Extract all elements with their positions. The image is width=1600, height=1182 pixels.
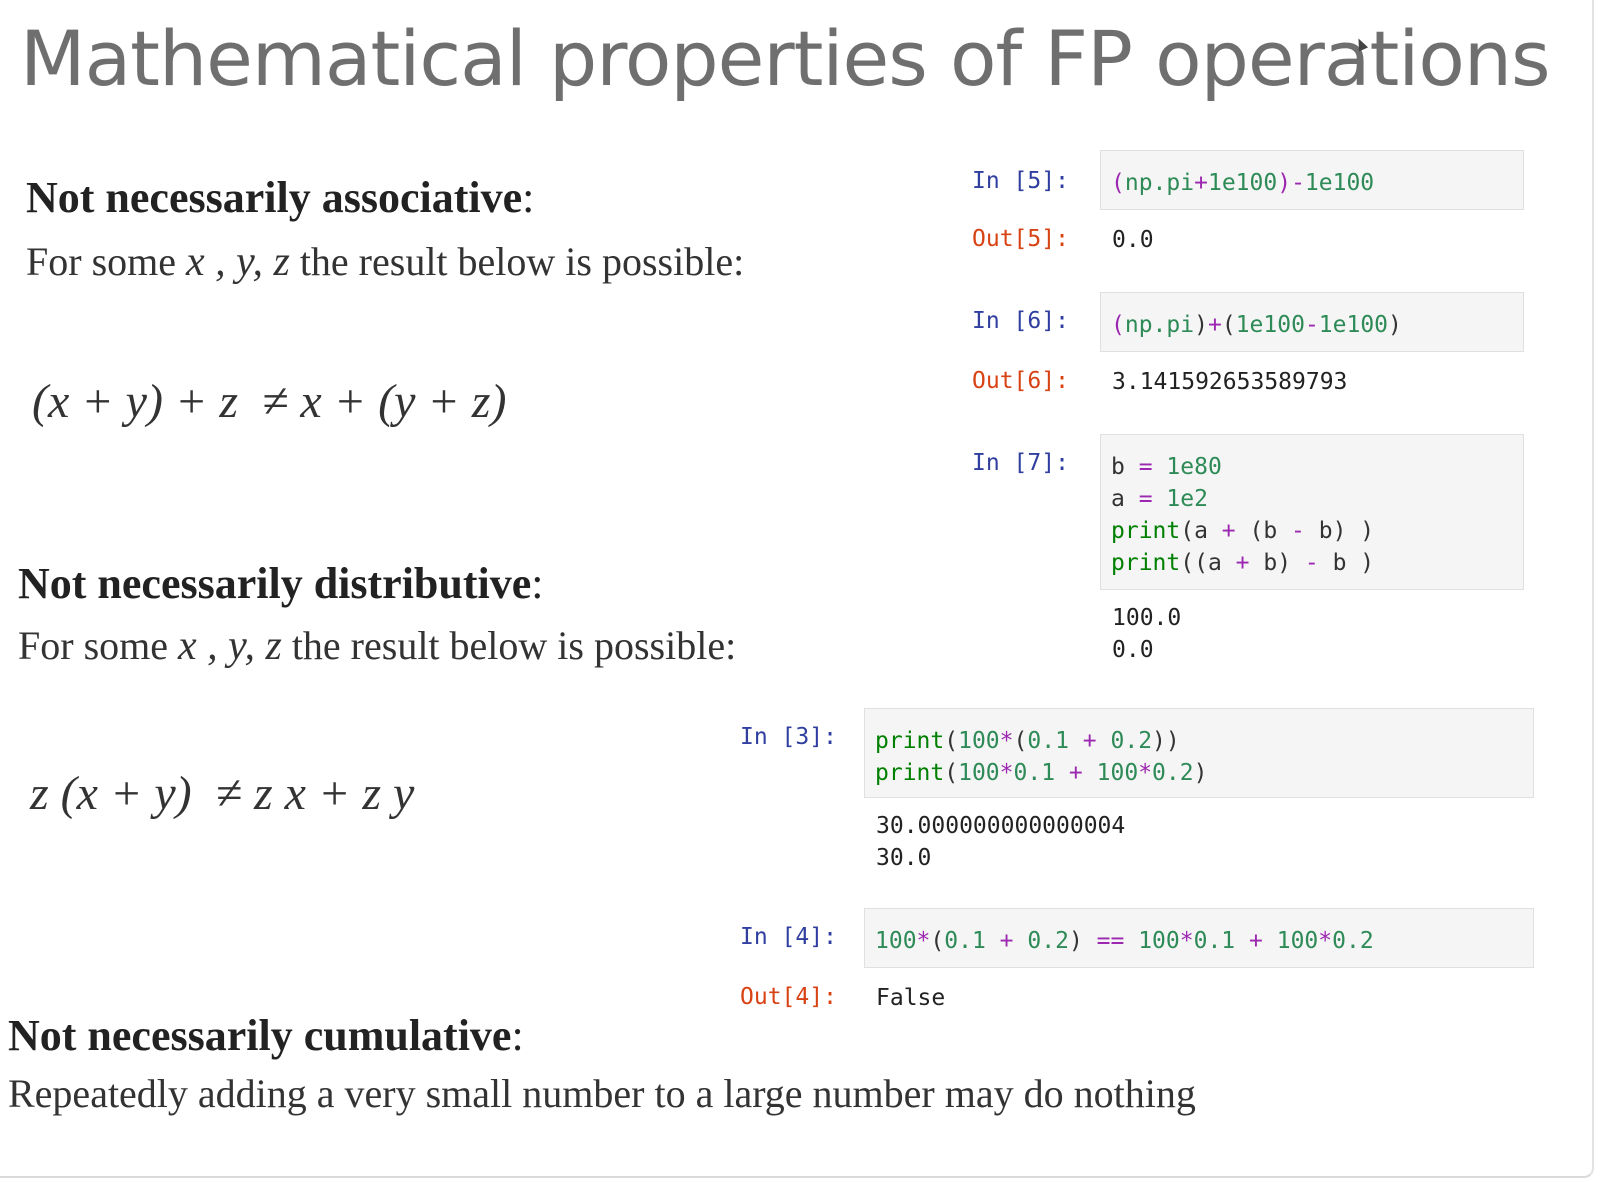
description-prefix: For some	[26, 239, 176, 284]
code-line: print(100*(0.1 + 0.2))	[875, 728, 1180, 754]
code-line: (np.pi)+(1e100-1e100)	[1111, 312, 1402, 338]
code-cell-5[interactable]: (np.pi+1e100)-1e100	[1100, 150, 1524, 210]
heading-cumulative-text: Not necessarily cumulative	[8, 1011, 512, 1060]
associative-description: For some x , y, z the result below is po…	[26, 238, 744, 286]
description-vars: x , y, z	[186, 239, 290, 285]
heading-distributive-text: Not necessarily distributive	[18, 559, 532, 608]
code-cell-3[interactable]: print(100*(0.1 + 0.2)) print(100*0.1 + 1…	[864, 708, 1534, 798]
out-prompt-5: Out[5]:	[972, 226, 1069, 252]
code-line: b = 1e80	[1111, 454, 1222, 480]
out-prompt-4: Out[4]:	[740, 984, 837, 1010]
in-prompt-6: In [6]:	[972, 308, 1069, 334]
heading-colon: :	[531, 559, 544, 608]
in-prompt-3: In [3]:	[740, 724, 837, 750]
out-prompt-6: Out[6]:	[972, 368, 1069, 394]
cell-output-5: 0.0	[1112, 227, 1154, 253]
heading-colon: :	[522, 173, 535, 222]
in-prompt-4: In [4]:	[740, 924, 837, 950]
heading-distributive: Not necessarily distributive:	[18, 558, 544, 609]
associative-formula: (x + y) + z ≠ x + (y + z)	[32, 375, 507, 428]
cumulative-description: Repeatedly adding a very small number to…	[8, 1071, 1196, 1116]
in-prompt-7: In [7]:	[972, 450, 1069, 476]
cell-output-7-line-2: 0.0	[1112, 637, 1154, 663]
distributive-description: For some x , y, z the result below is po…	[18, 622, 736, 670]
code-cell-7[interactable]: b = 1e80 a = 1e2 print(a + (b - b) ) pri…	[1100, 434, 1524, 590]
in-prompt-5: In [5]:	[972, 168, 1069, 194]
slide: Mathematical properties of FP operations…	[0, 0, 1594, 1178]
cell-output-7-line-1: 100.0	[1112, 605, 1182, 631]
heading-cumulative: Not necessarily cumulative:	[8, 1010, 524, 1061]
code-line: print(a + (b - b) )	[1111, 518, 1375, 544]
code-cell-6[interactable]: (np.pi)+(1e100-1e100)	[1100, 292, 1524, 352]
cell-output-3-line-2: 30.0	[876, 845, 932, 871]
cell-output-4: False	[876, 985, 946, 1011]
heading-associative: Not necessarily associative:	[26, 172, 534, 223]
heading-associative-text: Not necessarily associative	[26, 173, 523, 222]
distributive-formula: z (x + y) ≠ z x + z y	[30, 767, 415, 820]
slide-title: Mathematical properties of FP operations	[20, 14, 1551, 103]
code-line: 100*(0.1 + 0.2) == 100*0.1 + 100*0.2	[875, 928, 1374, 954]
code-line: (np.pi+1e100)-1e100	[1111, 170, 1375, 196]
cell-output-6: 3.141592653589793	[1112, 369, 1348, 395]
description-suffix: the result below is possible:	[291, 623, 737, 668]
code-cell-4[interactable]: 100*(0.1 + 0.2) == 100*0.1 + 100*0.2	[864, 908, 1534, 968]
description-vars: x , y, z	[178, 623, 282, 669]
description-prefix: For some	[18, 623, 168, 668]
description-suffix: the result below is possible:	[299, 239, 745, 284]
code-line: a = 1e2	[1111, 486, 1208, 512]
heading-colon: :	[511, 1011, 524, 1060]
code-line: print((a + b) - b )	[1111, 550, 1375, 576]
code-line: print(100*0.1 + 100*0.2)	[875, 760, 1208, 786]
cell-output-3-line-1: 30.000000000000004	[876, 813, 1126, 839]
